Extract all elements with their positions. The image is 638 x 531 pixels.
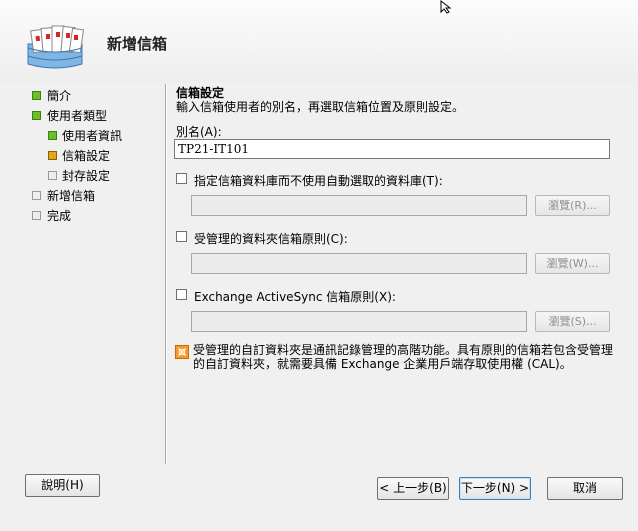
managed-folder-policy-field (191, 253, 527, 274)
specify-database-checkbox[interactable] (176, 173, 187, 184)
browse-database-button[interactable]: 瀏覽(R)... (535, 195, 610, 216)
nav-step-label: 新增信箱 (47, 189, 96, 203)
nav-step-intro[interactable]: 簡介 (32, 86, 162, 106)
cancel-button[interactable]: 取消 (547, 477, 623, 500)
nav-step-user-info[interactable]: 使用者資訊 (32, 126, 162, 146)
nav-step-completion[interactable]: 完成 (32, 206, 162, 226)
nav-step-label: 完成 (47, 209, 72, 223)
alias-input[interactable]: TP21-IT101 (174, 139, 610, 159)
managed-folder-policy-label: 受管理的資料夾信箱原則(C): (194, 232, 348, 246)
activesync-policy-checkbox[interactable] (176, 289, 187, 300)
activesync-policy-label: Exchange ActiveSync 信箱原則(X): (194, 290, 396, 304)
specify-database-label: 指定信箱資料庫而不使用自動選取的資料庫(T): (194, 174, 443, 188)
database-field (191, 195, 527, 216)
alias-label: 別名(A): (176, 125, 222, 139)
back-button[interactable]: < 上一步(B) (377, 477, 449, 500)
activesync-policy-field (191, 311, 527, 332)
nav-step-new-mailbox[interactable]: 新增信箱 (32, 186, 162, 206)
vertical-divider (165, 84, 167, 464)
browse-managed-folder-button[interactable]: 瀏覽(W)... (535, 253, 610, 274)
step-complete-icon (48, 131, 57, 140)
nav-step-label: 簡介 (47, 89, 72, 103)
wizard-header: 新增信箱 (0, 0, 638, 82)
nav-step-user-type[interactable]: 使用者類型 (32, 106, 162, 126)
nav-step-mailbox-settings[interactable]: 信箱設定 (32, 146, 162, 166)
step-pending-icon (32, 191, 41, 200)
wizard-steps-nav: 簡介 使用者類型 使用者資訊 信箱設定 封存設定 新增信箱 完成 (32, 86, 162, 226)
section-description: 輸入信箱使用者的別名，再選取信箱位置及原則設定。 (176, 100, 465, 114)
info-text: 受管理的自訂資料夾是通訊記錄管理的高階功能。具有原則的信箱若包含受管理的自訂資料… (193, 343, 614, 371)
step-pending-icon (32, 211, 41, 220)
wizard-title: 新增信箱 (107, 35, 168, 53)
browse-activesync-button[interactable]: 瀏覽(S)... (535, 311, 610, 332)
managed-folder-policy-checkbox[interactable] (176, 231, 187, 242)
nav-step-label: 使用者類型 (47, 109, 108, 123)
help-button[interactable]: 說明(H) (25, 474, 100, 497)
mailbox-icon (27, 25, 85, 69)
nav-step-label: 封存設定 (62, 169, 111, 183)
step-complete-icon (32, 111, 41, 120)
mouse-pointer-icon (440, 0, 452, 14)
step-pending-icon (48, 171, 57, 180)
step-current-icon (48, 151, 57, 160)
nav-step-label: 使用者資訊 (62, 129, 123, 143)
nav-step-label: 信箱設定 (62, 149, 111, 163)
nav-step-archive-settings[interactable]: 封存設定 (32, 166, 162, 186)
step-complete-icon (32, 91, 41, 100)
next-button[interactable]: 下一步(N) > (459, 477, 531, 500)
warning-icon (175, 345, 189, 359)
